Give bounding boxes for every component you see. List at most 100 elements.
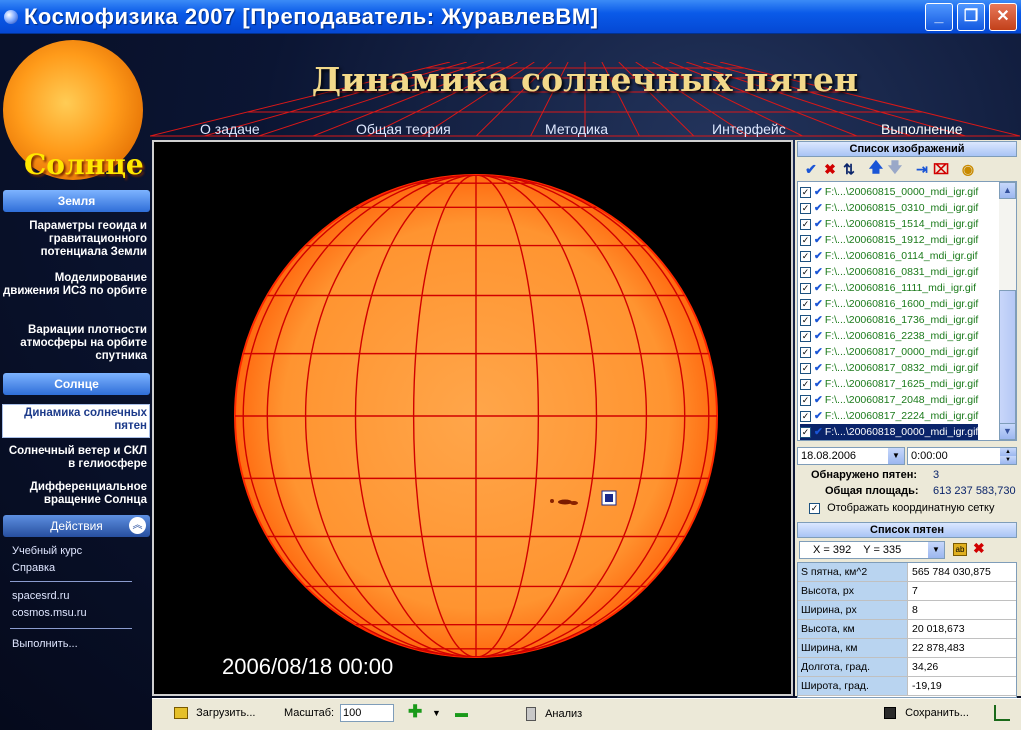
sidebar-item-atmosphere-density[interactable]: Вариации плотности атмосферы на орбите с… [3, 324, 147, 363]
spot-selection-marker[interactable] [601, 490, 617, 506]
image-checkbox[interactable]: ✓ [800, 218, 811, 230]
spot-selector[interactable]: X = 392 Y = 335 ▼ [799, 541, 945, 559]
image-list-scrollbar[interactable]: ▲ ▼ [999, 182, 1016, 440]
nav-method[interactable]: Методика [545, 121, 608, 137]
image-list-item[interactable]: ✓ ✔ F:\...\20060816_1736_mdi_igr.gif [800, 312, 978, 328]
image-list-item[interactable]: ✓ ✔ F:\...\20060815_1514_mdi_igr.gif [800, 216, 978, 232]
image-list-item[interactable]: ✓ ✔ F:\...\20060817_0832_mdi_igr.gif [800, 360, 978, 376]
image-checkbox[interactable]: ✓ [800, 298, 811, 310]
image-file-list[interactable]: ✓ ✔ F:\...\20060815_0000_mdi_igr.gif ✓ ✔ F:\.… [797, 181, 1017, 441]
image-checkbox[interactable]: ✓ [800, 410, 811, 422]
zoom-out-icon[interactable]: ▬ [455, 705, 468, 720]
scroll-up-button[interactable]: ▲ [999, 182, 1016, 199]
spot-property-value[interactable]: -19,19 [910, 677, 1016, 695]
check-all-icon[interactable]: ✔ [803, 161, 819, 178]
sidebar-item-satellite-orbit[interactable]: Моделирование движения ИСЗ по орбите [3, 272, 147, 298]
time-up-icon[interactable]: ▲ [1000, 448, 1016, 456]
sidebar-item-solar-wind[interactable]: Солнечный ветер и СКЛ в гелиосфере [3, 445, 147, 471]
scroll-down-button[interactable]: ▼ [999, 423, 1016, 440]
sidebar-heading-actions[interactable]: Действия ︽ [3, 515, 150, 537]
calculator-icon [526, 707, 536, 721]
time-down-icon[interactable]: ▼ [1000, 456, 1016, 464]
image-list-item[interactable]: ✓ ✔ F:\...\20060818_0000_mdi_igr.gif [800, 424, 979, 440]
move-up-icon[interactable]: 🡅 [868, 157, 884, 181]
action-course-link[interactable]: Учебный курс [12, 545, 82, 557]
app-icon[interactable] [4, 10, 18, 24]
image-list-item[interactable]: ✓ ✔ F:\...\20060815_0310_mdi_igr.gif [800, 200, 978, 216]
scale-input[interactable]: 100 [340, 704, 394, 722]
image-checkbox[interactable]: ✓ [800, 378, 811, 390]
image-list-item[interactable]: ✓ ✔ F:\...\20060817_0000_mdi_igr.gif [800, 344, 978, 360]
load-button[interactable]: Загрузить... [174, 707, 255, 720]
close-button[interactable]: ✕ [989, 3, 1017, 31]
action-help-link[interactable]: Справка [12, 562, 55, 574]
spot-edit-icon[interactable]: ab [953, 543, 967, 556]
sidebar-heading-earth[interactable]: Земля [3, 190, 150, 212]
spot-selector-dropdown-icon[interactable]: ▼ [928, 542, 944, 558]
spot-property-value[interactable]: 565 784 030,875 [910, 563, 1016, 581]
spot-property-value[interactable]: 20 018,673 [910, 620, 1016, 638]
process-icon[interactable]: ◉ [960, 161, 976, 178]
image-list-item[interactable]: ✓ ✔ F:\...\20060817_2224_mdi_igr.gif [800, 408, 978, 424]
image-checkbox[interactable]: ✓ [800, 330, 811, 342]
uncheck-icon[interactable]: ✖ [822, 161, 838, 178]
sun-image-view[interactable]: 2006/08/18 00:00 [152, 140, 793, 696]
image-list-item[interactable]: ✓ ✔ F:\...\20060816_0831_mdi_igr.gif [800, 264, 978, 280]
image-checkbox[interactable]: ✓ [800, 426, 811, 438]
zoom-in-dropdown-icon[interactable]: ▼ [432, 708, 441, 718]
image-checkbox[interactable]: ✓ [800, 266, 811, 278]
grid-checkbox-row[interactable]: ✓ Отображать координатную сетку [809, 502, 994, 514]
resize-grip-icon[interactable] [994, 705, 1010, 721]
image-checkbox[interactable]: ✓ [800, 362, 811, 374]
maximize-button[interactable]: ❐ [957, 3, 985, 31]
spot-property-value[interactable]: 8 [910, 601, 1016, 619]
nav-theory[interactable]: Общая теория [356, 121, 451, 137]
image-checkbox[interactable]: ✓ [800, 314, 811, 326]
image-checkbox[interactable]: ✓ [800, 394, 811, 406]
nav-execution[interactable]: Выполнение [881, 121, 962, 137]
sort-icon[interactable]: ⇅ [841, 161, 857, 178]
total-area-value: 613 237 583,730 [933, 485, 1016, 497]
image-checkbox[interactable]: ✓ [800, 346, 811, 358]
link-cosmos-msu[interactable]: cosmos.msu.ru [12, 607, 87, 619]
image-list-item[interactable]: ✓ ✔ F:\...\20060816_2238_mdi_igr.gif [800, 328, 978, 344]
nav-interface[interactable]: Интерфейс [712, 121, 786, 137]
image-list-item[interactable]: ✓ ✔ F:\...\20060815_0000_mdi_igr.gif [800, 184, 978, 200]
grid-checkbox[interactable]: ✓ [809, 502, 820, 514]
zoom-in-icon[interactable]: ✚ [408, 702, 422, 722]
image-list-item[interactable]: ✓ ✔ F:\...\20060816_1600_mdi_igr.gif [800, 296, 978, 312]
save-button[interactable]: Сохранить... [884, 707, 969, 720]
image-checkbox[interactable]: ✓ [800, 234, 811, 246]
analyze-button[interactable]: Анализ [526, 707, 582, 721]
spot-delete-icon[interactable]: ✖ [973, 540, 985, 557]
sidebar-item-differential-rotation[interactable]: Дифференциальное вращение Солнца [3, 481, 147, 507]
action-run-link[interactable]: Выполнить... [12, 638, 78, 650]
image-checkbox[interactable]: ✓ [800, 282, 811, 294]
image-checkbox[interactable]: ✓ [800, 250, 811, 262]
time-stepper[interactable]: 0:00:00 ▲ ▼ [907, 447, 1017, 465]
minimize-button[interactable]: _ [925, 3, 953, 31]
scroll-thumb[interactable] [999, 290, 1016, 440]
spot-property-value[interactable]: 22 878,483 [910, 639, 1016, 657]
image-list-item[interactable]: ✓ ✔ F:\...\20060815_1912_mdi_igr.gif [800, 232, 978, 248]
image-checkbox[interactable]: ✓ [800, 202, 811, 214]
sidebar-item-sunspots[interactable]: Динамика солнечных пятен [2, 404, 150, 438]
image-list-item[interactable]: ✓ ✔ F:\...\20060816_1111_mdi_igr.gif [800, 280, 976, 296]
spot-property-value[interactable]: 34,26 [910, 658, 1016, 676]
spot-property-value[interactable]: 7 [910, 582, 1016, 600]
sun-disk-image[interactable] [154, 142, 791, 694]
nav-about[interactable]: О задаче [200, 121, 260, 137]
sidebar-heading-sun[interactable]: Солнце [3, 373, 150, 395]
image-checkbox[interactable]: ✓ [800, 186, 811, 198]
collapse-icon[interactable]: ︽ [129, 517, 146, 534]
link-spacesrd[interactable]: spacesrd.ru [12, 590, 69, 602]
image-list-item[interactable]: ✓ ✔ F:\...\20060817_1625_mdi_igr.gif [800, 376, 978, 392]
sidebar-item-geoid[interactable]: Параметры геоида и гравитационного потен… [3, 220, 147, 259]
move-down-icon[interactable]: 🡇 [887, 157, 903, 181]
indent-icon[interactable]: ⇥ [914, 161, 930, 178]
image-list-item[interactable]: ✓ ✔ F:\...\20060816_0114_mdi_igr.gif [800, 248, 978, 264]
delete-icon[interactable]: ⌧ [933, 161, 949, 178]
image-list-item[interactable]: ✓ ✔ F:\...\20060817_2048_mdi_igr.gif [800, 392, 978, 408]
date-picker[interactable]: 18.08.2006 ▼ [797, 447, 905, 465]
date-dropdown-icon[interactable]: ▼ [888, 448, 904, 464]
